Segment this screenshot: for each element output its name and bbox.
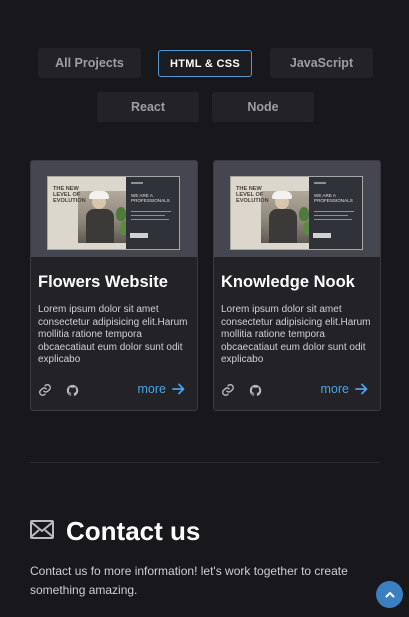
project-title: Knowledge Nook xyxy=(221,273,355,291)
filter-html-css[interactable]: HTML & CSS xyxy=(158,50,252,77)
more-label: more xyxy=(137,382,166,396)
filter-javascript[interactable]: JavaScript xyxy=(270,48,373,78)
more-link[interactable]: more xyxy=(321,382,368,396)
filter-react[interactable]: React xyxy=(97,92,199,122)
chevron-up-icon xyxy=(385,592,394,598)
link-icon[interactable] xyxy=(221,383,235,397)
scroll-to-top-button[interactable] xyxy=(376,581,403,608)
arrow-right-icon xyxy=(355,383,368,395)
github-icon[interactable] xyxy=(65,383,79,397)
more-label: more xyxy=(320,382,349,396)
project-card: THE NEW LEVEL OF EVOLUTION WE ARE A PROF… xyxy=(213,160,381,411)
filter-node[interactable]: Node xyxy=(212,92,314,122)
project-title: Flowers Website xyxy=(38,273,168,291)
github-icon[interactable] xyxy=(248,383,262,397)
link-icon[interactable] xyxy=(38,383,52,397)
project-description: Lorem ipsum dolor sit amet consectetur a… xyxy=(38,304,188,365)
project-thumbnail[interactable]: THE NEW LEVEL OF EVOLUTION WE ARE A PROF… xyxy=(31,161,197,257)
arrow-right-icon xyxy=(172,383,185,395)
more-link[interactable]: more xyxy=(138,382,185,396)
project-description: Lorem ipsum dolor sit amet consectetur a… xyxy=(221,304,371,365)
project-card: THE NEW LEVEL OF EVOLUTION WE ARE A PROF… xyxy=(30,160,198,411)
section-divider xyxy=(30,462,380,463)
filter-all-projects[interactable]: All Projects xyxy=(38,48,141,78)
project-thumbnail[interactable]: THE NEW LEVEL OF EVOLUTION WE ARE A PROF… xyxy=(214,161,380,257)
contact-description: Contact us fo more information! let's wo… xyxy=(30,564,348,597)
envelope-icon xyxy=(30,520,54,539)
website-preview-image: THE NEW LEVEL OF EVOLUTION WE ARE A PROF… xyxy=(230,176,363,250)
website-preview-image: THE NEW LEVEL OF EVOLUTION WE ARE A PROF… xyxy=(47,176,180,250)
contact-heading: Contact us xyxy=(66,516,201,546)
